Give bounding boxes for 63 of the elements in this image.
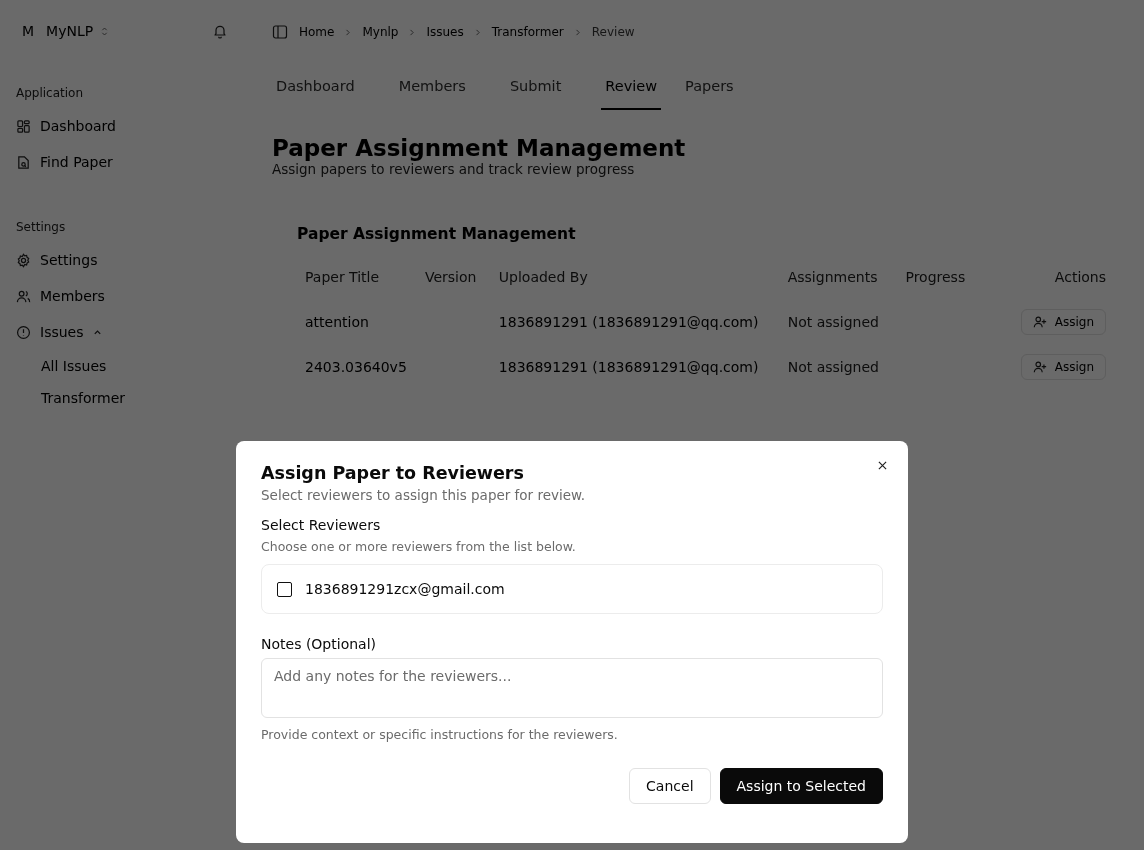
column-header: Version (423, 268, 478, 287)
assign-button[interactable]: Assign (1020, 308, 1106, 335)
chevron-icon[interactable] (92, 327, 102, 337)
assign-button[interactable]: Assign (1020, 353, 1106, 380)
field-hint: Provide context or specific instructions for the reviewers. (261, 727, 619, 742)
sidebar-subitem[interactable]: Transformer (41, 382, 255, 414)
breadcrumb-link[interactable]: Home (299, 25, 335, 39)
close-icon[interactable] (878, 461, 887, 470)
checkbox[interactable] (277, 581, 292, 597)
file-search-icon (16, 154, 31, 170)
notes-field[interactable]: Add any notes for the reviewers... (261, 658, 883, 718)
cancel-button[interactable]: Cancel (629, 768, 711, 804)
breadcrumb-link[interactable]: Mynlp (362, 25, 399, 39)
sidebar-item[interactable]: Dashboard (16, 108, 255, 144)
chevron-icon (474, 27, 481, 37)
page-title: Paper Assignment Management (272, 135, 687, 161)
column-header: Actions (1053, 268, 1107, 287)
group-label: Settings (16, 220, 67, 234)
table-cell-text: Not assigned (786, 357, 880, 377)
tab[interactable]: Papers (681, 66, 754, 110)
column-header: Paper Title (304, 268, 381, 287)
table-cell-text: Not assigned (786, 312, 880, 332)
page-subtitle: Assign papers to reviewers and track review progress (272, 161, 636, 177)
table-cell-text: 1836891291 (1836891291@qq.com) (497, 312, 760, 332)
table-cell-text: attention (304, 312, 370, 332)
breadcrumb-link[interactable]: Issues (426, 25, 464, 39)
card-title: Paper Assignment Management (297, 225, 577, 243)
column-header: Uploaded By (497, 268, 589, 287)
tab[interactable]: Dashboard (272, 66, 375, 110)
breadcrumb-link[interactable]: Transformer (491, 25, 564, 39)
alert-icon (16, 324, 31, 340)
sidebar-toggle-icon[interactable] (272, 24, 288, 40)
breadcrumb-link[interactable]: Review (591, 25, 635, 39)
sidebar-item[interactable]: Find Paper (16, 144, 255, 180)
sidebar-item[interactable]: Settings (16, 242, 255, 278)
dialog-description: Select reviewers to assign this paper for review. (261, 487, 587, 503)
column-header: Assignments (786, 268, 879, 287)
sidebar-item[interactable]: Issues (16, 314, 255, 350)
workspace-name[interactable]: MyNLP (46, 23, 94, 39)
field-hint: Choose one or more reviewers from the list below. (261, 539, 577, 554)
user-plus-icon (1032, 359, 1047, 374)
table-cell-text: 2403.03640v5 (304, 357, 408, 377)
table-cell-text: 1836891291 (1836891291@qq.com) (497, 357, 760, 377)
gear-icon (16, 252, 31, 268)
workspace-avatar: M (22, 23, 35, 39)
assign-selected-button[interactable]: Assign to Selected (719, 768, 883, 804)
tab[interactable]: Submit (505, 66, 582, 110)
chevron-icon (345, 27, 352, 37)
chevron-icon (409, 27, 416, 37)
dialog-title: Assign Paper to Reviewers (261, 463, 525, 483)
chevron-icon (574, 27, 581, 37)
tab[interactable]: Review (601, 66, 662, 110)
tab[interactable]: Members (394, 66, 486, 110)
column-header: Progress (904, 268, 967, 287)
reviewer-email[interactable]: 1836891291zcx@gmail.com (305, 581, 505, 597)
users-icon (16, 288, 31, 304)
grid-icon (16, 118, 31, 134)
group-label: Application (16, 86, 85, 100)
user-plus-icon (1032, 314, 1047, 329)
field-label: Select Reviewers (261, 517, 382, 533)
field-label: Notes (Optional) (261, 636, 377, 652)
sidebar-subitem[interactable]: All Issues (41, 350, 255, 382)
sidebar-item[interactable]: Members (16, 278, 255, 314)
